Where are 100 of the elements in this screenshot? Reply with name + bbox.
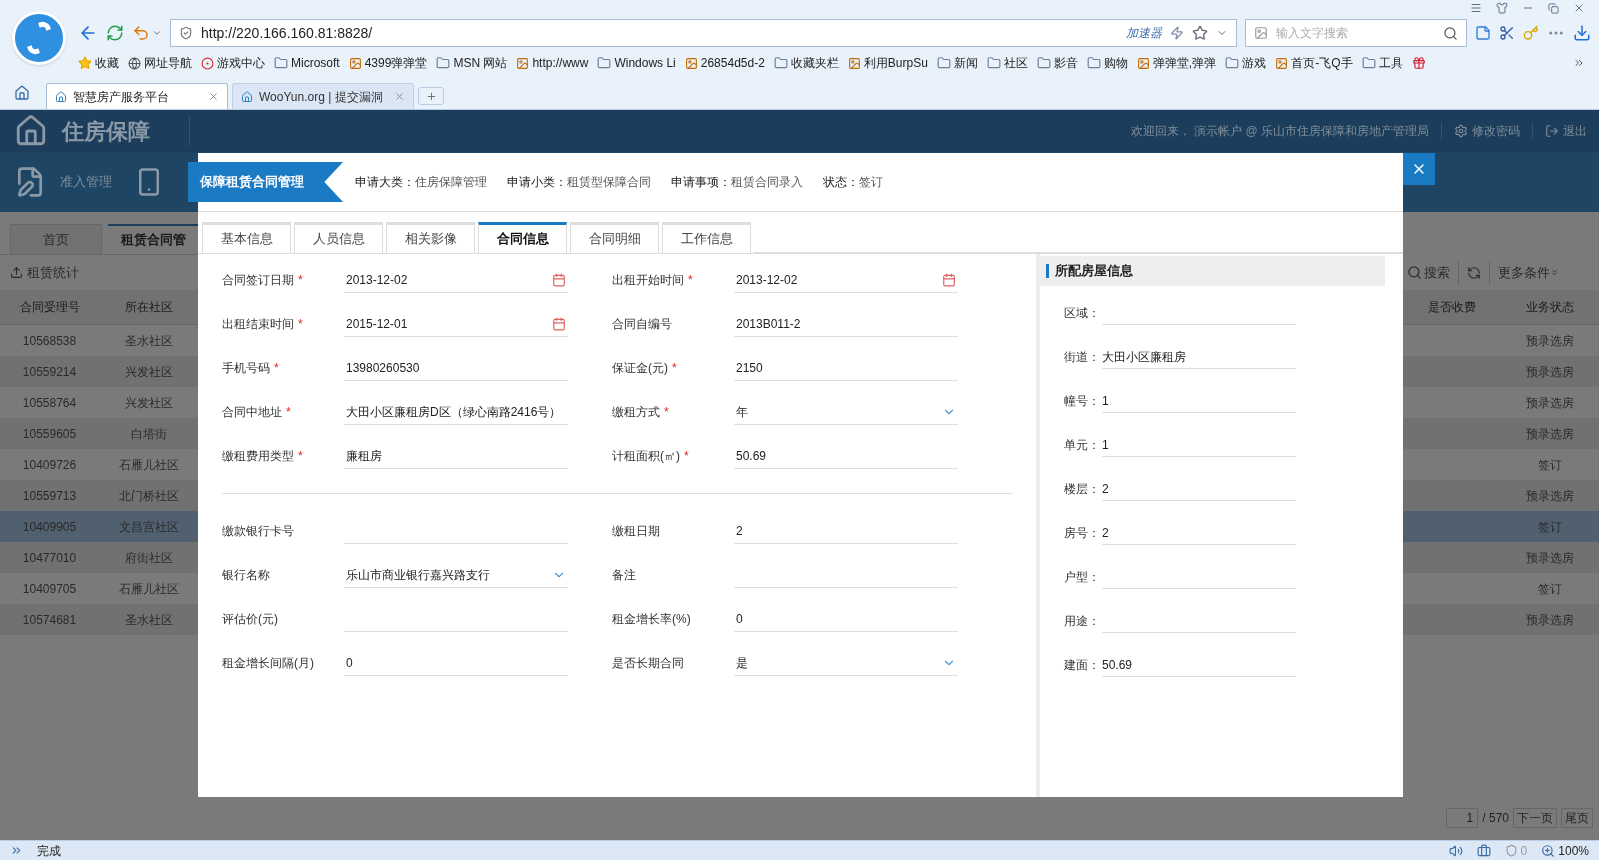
refresh-icon[interactable] xyxy=(106,24,124,42)
close-icon[interactable] xyxy=(1573,2,1585,14)
input-field[interactable]: 50.69 xyxy=(1102,653,1296,677)
dialog-tab[interactable]: 人员信息 xyxy=(294,222,383,253)
input-field[interactable]: 大田小区廉租房 xyxy=(1102,345,1296,369)
menu-icon[interactable] xyxy=(1470,2,1482,14)
bookmark-item[interactable]: MSN 网站 xyxy=(436,54,508,72)
calendar-icon[interactable] xyxy=(942,272,956,287)
date-field[interactable]: 2013-12-02 xyxy=(344,267,568,293)
star-icon[interactable] xyxy=(1192,25,1208,41)
bookmark-item[interactable]: 弹弹堂,弹弹 xyxy=(1136,54,1217,72)
close-tab-icon[interactable] xyxy=(394,91,405,102)
bookmark-item[interactable]: 收藏 xyxy=(78,54,119,72)
calendar-icon[interactable] xyxy=(552,316,566,331)
input-field[interactable]: 1 xyxy=(1102,433,1296,457)
last-page-button[interactable]: 尾页 xyxy=(1561,808,1593,828)
input-field[interactable]: 0 xyxy=(734,606,958,632)
bookmark-item[interactable]: 影音 xyxy=(1036,54,1078,72)
close-tab-icon[interactable] xyxy=(208,91,219,102)
next-page-button[interactable]: 下一页 xyxy=(1513,808,1557,828)
search-icon[interactable] xyxy=(1443,25,1458,41)
input-field[interactable]: 50.69 xyxy=(734,443,958,469)
field-label: 缴租日期 xyxy=(612,523,660,540)
address-bar[interactable]: http://220.166.160.81:8828/ 加速器 xyxy=(170,19,1237,47)
bookmark-item[interactable]: 利用BurpSu xyxy=(847,54,928,72)
column-header[interactable]: 业务状态 xyxy=(1501,298,1599,316)
bookmark-item[interactable]: Windows Li xyxy=(597,54,676,72)
select-field[interactable]: 是 xyxy=(734,650,958,676)
scissors-icon[interactable] xyxy=(1499,25,1515,41)
skin-icon[interactable] xyxy=(1496,2,1508,14)
select-field[interactable]: 年 xyxy=(734,399,958,425)
input-field[interactable]: 2 xyxy=(1102,521,1296,545)
briefcase-icon[interactable] xyxy=(1476,843,1491,858)
volume-icon[interactable] xyxy=(1448,843,1463,858)
date-field[interactable]: 2013-12-02 xyxy=(734,267,958,293)
dialog-tab[interactable]: 相关影像 xyxy=(386,222,475,253)
gift-icon[interactable] xyxy=(1411,56,1426,70)
bookmark-item[interactable]: http://www xyxy=(516,54,589,72)
shield-icon xyxy=(1504,844,1518,857)
double-chevron-icon xyxy=(1550,268,1559,277)
site-icon xyxy=(55,90,67,103)
refresh-icon[interactable] xyxy=(1467,265,1481,280)
undo-icon[interactable] xyxy=(132,24,150,42)
more-bookmarks-icon[interactable] xyxy=(1573,57,1585,69)
accelerator-label[interactable]: 加速器 xyxy=(1126,24,1162,42)
input-field[interactable]: 廉租房 xyxy=(344,443,568,469)
column-header[interactable]: 合同受理号 xyxy=(0,298,99,316)
bookmark-item[interactable]: 新闻 xyxy=(936,54,978,72)
column-header[interactable]: 是否收费 xyxy=(1403,298,1501,316)
bookmark-item[interactable]: 游戏中心 xyxy=(201,54,265,72)
bookmark-item[interactable]: 社区 xyxy=(986,54,1028,72)
dialog-tab[interactable]: 基本信息 xyxy=(202,222,291,253)
table-cell-text: 10559605 xyxy=(21,425,78,443)
sidebar-toggle-icon[interactable] xyxy=(10,844,23,857)
close-button[interactable] xyxy=(1403,153,1435,185)
input-field[interactable]: 2 xyxy=(1102,477,1296,501)
browser-tab[interactable]: 智慧房产服务平台 xyxy=(46,83,228,109)
table-cell-text: 10409726 xyxy=(21,456,78,474)
table-cell-text: 圣水社区 xyxy=(123,332,174,350)
bookmark-item[interactable]: Microsoft xyxy=(274,54,340,72)
home-icon[interactable] xyxy=(14,85,30,101)
input-field[interactable]: 13980260530 xyxy=(344,355,568,381)
bookmark-item[interactable]: 游戏 xyxy=(1225,54,1267,72)
key-icon[interactable] xyxy=(1523,25,1539,41)
folder-icon xyxy=(986,56,1001,70)
bookmark-item[interactable]: 网址导航 xyxy=(128,54,192,72)
browser-tab[interactable]: WooYun.org | 提交漏洞 xyxy=(232,83,414,109)
bookmark-item[interactable]: 首页-飞Q手 xyxy=(1275,54,1353,72)
bookmark-item[interactable]: 26854d5d-2 xyxy=(684,54,765,72)
column-header[interactable]: 所在社区 xyxy=(99,298,198,316)
dialog-title-ribbon: 保障租赁合同管理 xyxy=(188,162,343,202)
bookmark-item[interactable]: 收藏夹栏 xyxy=(773,54,839,72)
restore-icon[interactable] xyxy=(1548,2,1559,14)
field-label: 手机号码 xyxy=(222,360,270,377)
shield-icon xyxy=(179,26,193,40)
input-field[interactable]: 2150 xyxy=(734,355,958,381)
zoom-control[interactable]: 100% xyxy=(1541,841,1589,860)
note-icon[interactable] xyxy=(1475,25,1491,41)
input-field[interactable]: 大田小区廉租房D区（绿心南路2416号） xyxy=(344,399,568,425)
select-field[interactable]: 乐山市商业银行嘉兴路支行 xyxy=(344,562,568,588)
bookmark-item[interactable]: 工具 xyxy=(1361,54,1403,72)
calendar-icon[interactable] xyxy=(552,272,566,287)
caret-icon[interactable] xyxy=(152,28,162,38)
date-field[interactable]: 2015-12-01 xyxy=(344,311,568,337)
input-field[interactable]: 1 xyxy=(1102,389,1296,413)
bookmark-item[interactable]: 4399弹弹堂 xyxy=(348,54,428,72)
bookmark-item[interactable]: 购物 xyxy=(1086,54,1128,72)
bolt-icon[interactable] xyxy=(1170,26,1184,40)
dialog-tab[interactable]: 工作信息 xyxy=(662,222,751,253)
browser-logo[interactable] xyxy=(12,11,66,65)
new-tab-button[interactable] xyxy=(418,87,444,105)
page-field[interactable]: 1 xyxy=(1446,808,1479,828)
dialog-tab[interactable]: 合同明细 xyxy=(570,222,659,253)
download-icon[interactable] xyxy=(1573,24,1591,42)
field-label: 房号： xyxy=(1064,525,1101,542)
input-field[interactable]: 0 xyxy=(344,650,568,676)
input-field[interactable]: 2013B011-2 xyxy=(734,311,958,337)
input-field[interactable]: 2 xyxy=(734,518,958,544)
dialog-tab[interactable]: 合同信息 xyxy=(478,222,567,253)
site-icon xyxy=(241,90,253,103)
